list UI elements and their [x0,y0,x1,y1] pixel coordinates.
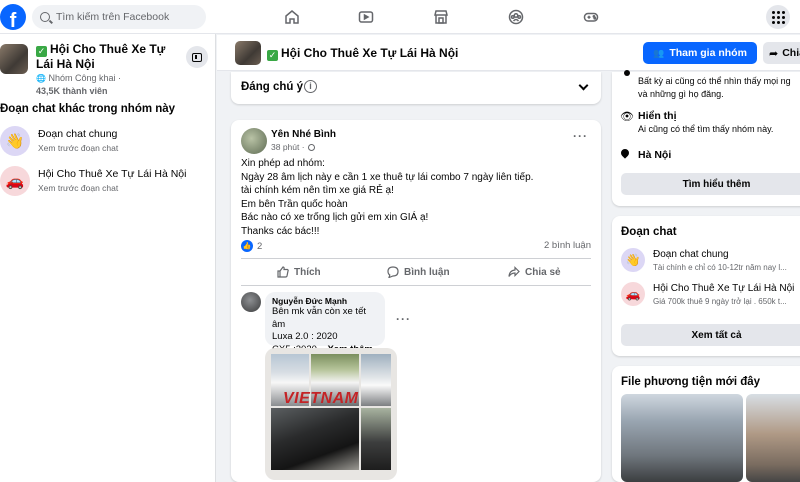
share-group-button[interactable]: ➦Chia sẻ [763,42,800,64]
share-button[interactable]: Chia sẻ [508,266,561,278]
post-text: Xin phép ad nhóm: Ngày 28 âm lịch này e … [241,158,534,237]
commenter-name[interactable]: Nguyễn Đức Mạnh [272,296,378,306]
member-count: 43,5K thành viên [36,86,108,96]
featured-section[interactable]: Đáng chú ý i [231,72,601,104]
group-thumbnail-small[interactable] [235,41,261,65]
group-header-bar: ✓ Hội Cho Thuê Xe Tự Lái Hà Nội 👥 Tham gia… [217,35,800,71]
chat-preview: Tài chính e chỉ có 10-12tr năm nay l... [653,263,787,272]
visible-text: Ai cũng có thể tìm thấy nhóm này. [638,124,774,134]
post-author[interactable]: Yên Nhé Bình [271,129,336,140]
divider [241,258,591,259]
globe-icon [624,70,630,76]
sidebar-group-header: ✓ Hội Cho Thuê Xe Tự Lái Hà Nội 🌐 Nhóm Cô… [0,42,216,102]
join-group-button[interactable]: 👥 Tham gia nhóm [643,42,757,64]
commenter-avatar[interactable] [241,292,261,312]
chat-preview: Xem trước đoạn chat [38,143,119,153]
comment-bubble: Nguyễn Đức Mạnh Bên mk vẫn còn xe tết âm… [265,292,385,355]
panel-icon [192,52,202,62]
share-icon [508,266,520,277]
media-card: File phương tiện mới đây [612,366,800,482]
learn-more-button[interactable]: Tìm hiểu thêm [621,173,800,195]
car-icon: 🚗 [0,166,30,196]
post-time[interactable]: 38 phút · [271,142,315,152]
comment-line: Bên mk vẫn còn xe tết âm [272,306,366,330]
share-arrow-icon: ➦ [769,47,779,60]
left-chat-item-group[interactable]: 🚗 Hội Cho Thuê Xe Tự Lái Hà Nội Xem trướ… [0,166,216,200]
groups-icon[interactable] [507,8,525,26]
chat-name: Đoạn chat chung [38,128,118,140]
visible-title: Hiển thị [638,110,677,122]
collapse-panel-button[interactable] [186,46,208,68]
comment-button[interactable]: Bình luận [387,266,450,278]
facebook-logo[interactable]: f [0,4,26,30]
people-icon: 👥 [653,47,665,58]
about-card: Bất kỳ ai cũng có thể nhìn thấy mọi ng v… [612,70,800,206]
group-thumbnail[interactable] [0,44,28,74]
marketplace-icon[interactable] [432,8,450,26]
chat-name: Đoạn chat chung [653,249,729,260]
chat-name: Hội Cho Thuê Xe Tự Lái Hà Nội [653,283,795,294]
gaming-icon[interactable] [582,8,600,26]
location-text: Hà Nội [638,149,672,161]
post-card: Yên Nhé Bình 38 phút · ··· Xin phép ad n… [231,120,601,482]
chats-card: Đoạn chat 👋 Đoạn chat chung Tài chính e … [612,216,800,356]
comment-icon [387,266,399,278]
wave-icon: 👋 [0,126,30,156]
location-pin-icon [619,147,631,159]
author-avatar[interactable] [241,128,267,154]
info-icon[interactable]: i [304,80,317,93]
comment-photo[interactable]: VIETNAM [265,348,397,480]
check-icon: ✓ [36,46,47,57]
like-reaction-icon: 👍 [241,240,253,252]
chat-preview: Xem trước đoạn chat [38,183,119,193]
car-icon: 🚗 [621,282,645,306]
reactions-summary[interactable]: 👍 2 [241,240,262,252]
featured-label: Đáng chú ý [241,81,303,93]
photo-watermark: VIETNAM [283,390,359,407]
media-thumbnail[interactable] [621,394,743,482]
top-navigation-bar: f Tìm kiếm trên Facebook [0,0,800,34]
group-meta: 🌐 Nhóm Công khai · 43,5K thành viên [36,73,122,96]
media-thumbnail[interactable] [746,394,800,482]
search-placeholder: Tìm kiếm trên Facebook [56,11,170,23]
divider [241,285,591,286]
group-type: Nhóm Công khai · [48,73,122,83]
chat-name: Hội Cho Thuê Xe Tự Lái Hà Nội [38,168,187,180]
right-chat-item-general[interactable]: 👋 Đoạn chat chung Tài chính e chỉ có 10-… [621,248,800,274]
chats-card-title: Đoạn chat [621,226,677,238]
like-button[interactable]: Thích [277,266,321,278]
eye-icon: 👁 [620,111,634,123]
chevron-down-icon[interactable] [578,80,589,91]
see-all-button[interactable]: Xem tất cả [621,324,800,346]
left-chat-item-general[interactable]: 👋 Đoạn chat chung Xem trước đoạn chat [0,126,216,160]
menu-grid-button[interactable] [766,5,790,29]
search-icon [40,12,50,22]
left-sidebar: ✓ Hội Cho Thuê Xe Tự Lái Hà Nội 🌐 Nhóm Cô… [0,34,216,482]
comment-options-icon[interactable]: ··· [396,312,411,326]
chat-preview: Giá 700k thuê 9 ngày trở lại . 650k t... [653,297,787,306]
group-bar-title[interactable]: ✓ Hội Cho Thuê Xe Tự Lái Hà Nội [267,46,458,61]
video-icon[interactable] [357,8,375,26]
home-icon[interactable] [283,8,301,26]
comment-line: Luxa 2.0 : 2020 [272,331,338,342]
sidebar-group-title[interactable]: ✓ Hội Cho Thuê Xe Tự Lái Hà Nội [36,42,178,71]
search-input[interactable]: Tìm kiếm trên Facebook [32,5,206,29]
wave-icon: 👋 [621,248,645,272]
media-card-title: File phương tiện mới đây [621,376,761,388]
privacy-text: Bất kỳ ai cũng có thể nhìn thấy mọi ng v… [638,76,791,99]
check-icon: ✓ [267,50,278,61]
right-chat-item-group[interactable]: 🚗 Hội Cho Thuê Xe Tự Lái Hà Nội Giá 700k… [621,282,800,308]
globe-icon [307,144,315,151]
post-options-icon[interactable]: ··· [573,129,588,143]
other-chats-title: Đoạn chat khác trong nhóm này [0,103,176,115]
comment-count[interactable]: 2 bình luận [544,240,591,251]
thumbs-up-icon [277,266,289,278]
